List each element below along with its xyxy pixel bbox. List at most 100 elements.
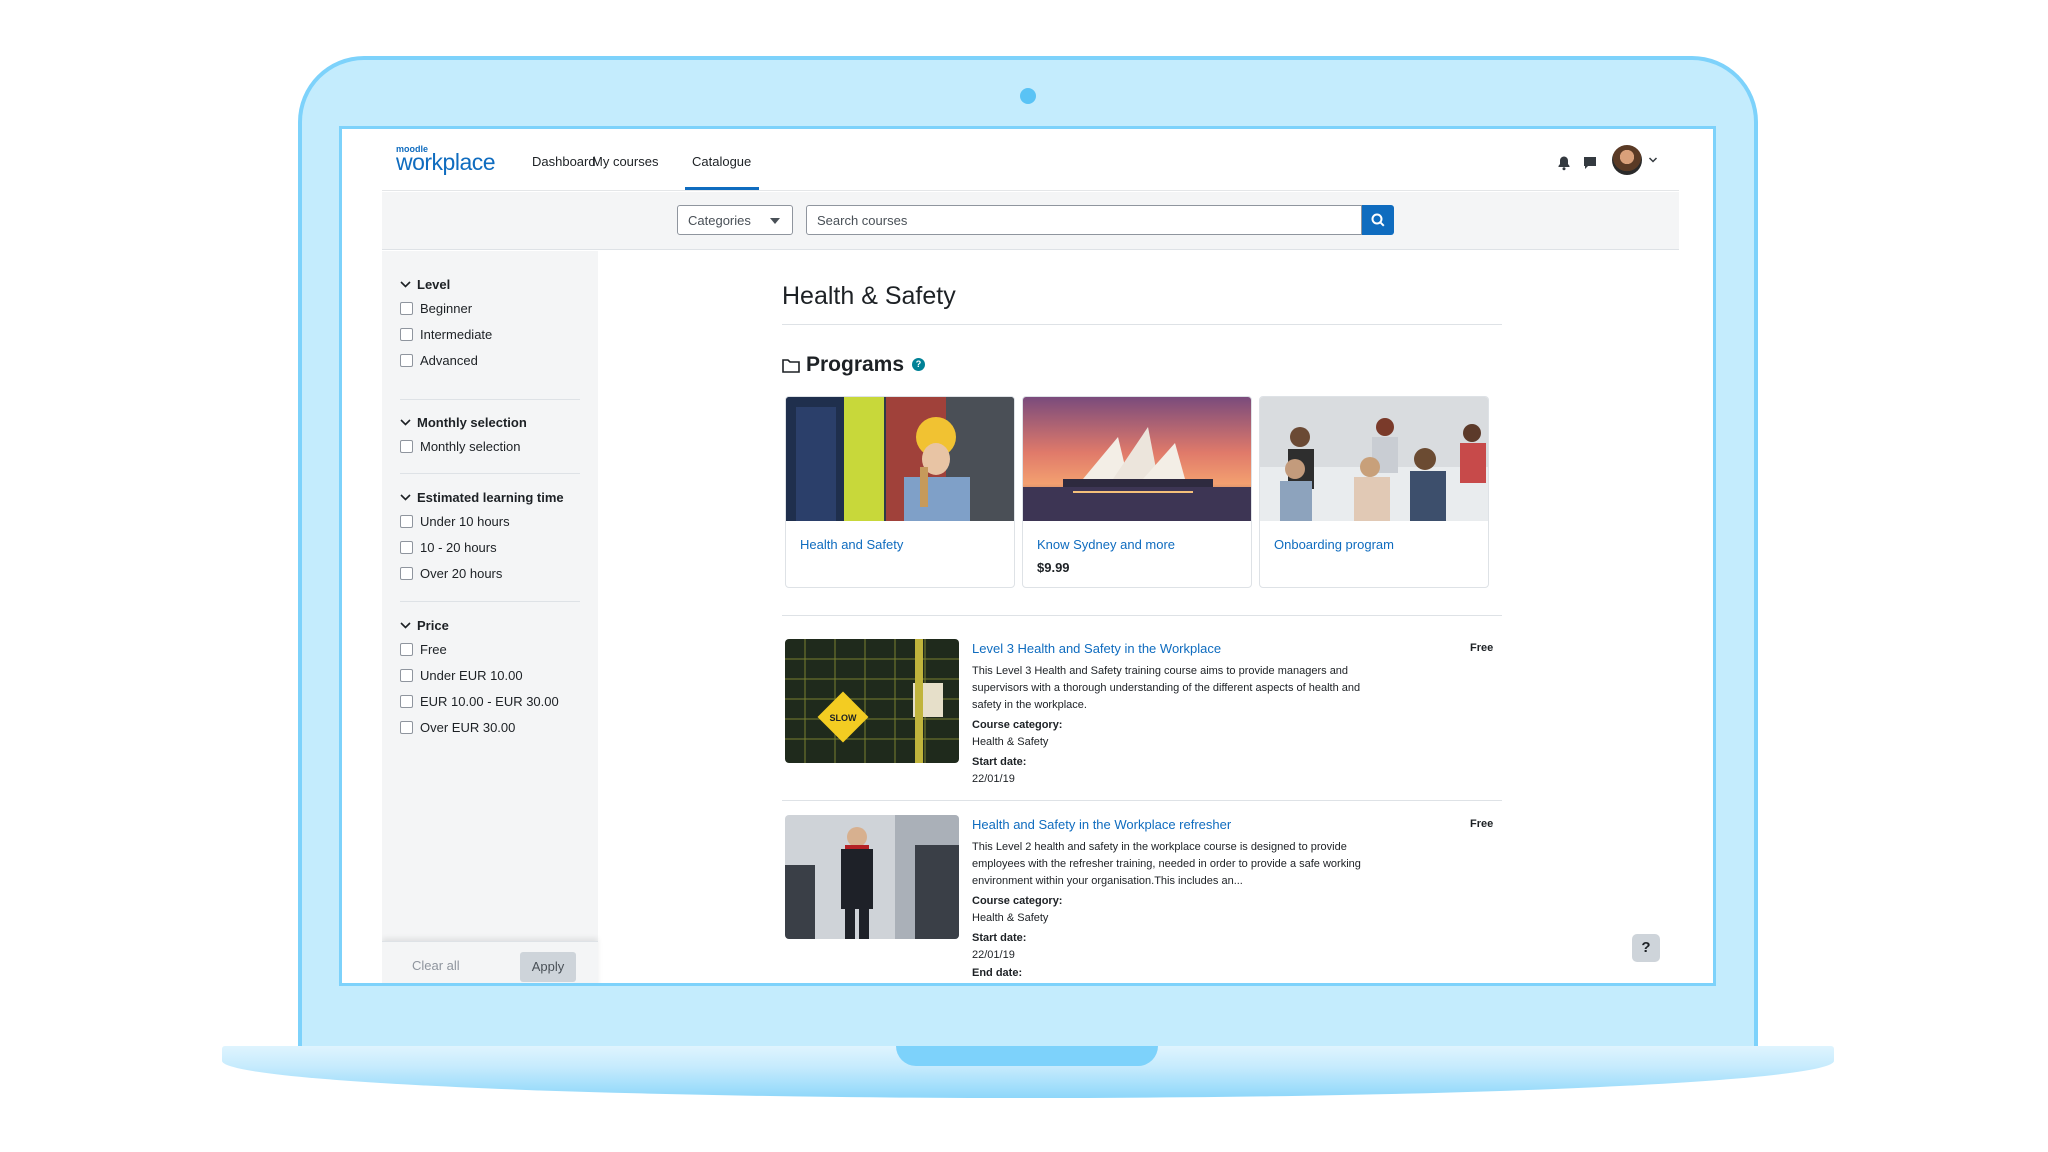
course-description: This Level 2 health and safety in the wo… — [972, 841, 1361, 887]
avatar[interactable] — [1612, 145, 1642, 175]
chevron-down-icon — [400, 494, 411, 501]
filter-option[interactable]: Intermediate — [400, 322, 580, 348]
course-start-label: Start date: — [972, 932, 1027, 944]
program-name[interactable]: Health and Safety — [800, 537, 903, 552]
checkbox[interactable] — [400, 440, 413, 453]
filter-group-price: Price Free Under EUR 10.00 EUR 10.00 - E… — [400, 615, 580, 741]
laptop-screen: moodle workplace Dashboard My courses Ca… — [339, 126, 1716, 986]
chevron-down-icon — [400, 281, 411, 288]
course-category-label: Course category: — [972, 895, 1063, 907]
filter-option[interactable]: Under 10 hours — [400, 509, 580, 535]
course-image-art — [785, 815, 959, 939]
search-icon — [1371, 213, 1385, 227]
checkbox[interactable] — [400, 669, 413, 682]
program-image — [1023, 397, 1251, 521]
page-title: Health & Safety — [782, 282, 956, 310]
checkbox[interactable] — [400, 643, 413, 656]
help-button[interactable]: ? — [1632, 934, 1660, 962]
messages-icon[interactable] — [1582, 155, 1598, 171]
course-start-label: Start date: — [972, 756, 1027, 768]
filter-divider — [400, 601, 580, 602]
program-card[interactable]: Know Sydney and more $9.99 — [1022, 396, 1252, 588]
program-name[interactable]: Know Sydney and more — [1037, 537, 1175, 552]
folder-icon — [782, 359, 800, 373]
apply-button[interactable]: Apply — [520, 952, 576, 982]
moodle-page: moodle workplace Dashboard My courses Ca… — [382, 129, 1679, 983]
caret-down-icon — [770, 218, 780, 224]
navbar: moodle workplace Dashboard My courses Ca… — [382, 129, 1679, 191]
course-description: This Level 3 Health and Safety training … — [972, 665, 1361, 711]
course-title[interactable]: Level 3 Health and Safety in the Workpla… — [972, 641, 1221, 656]
filter-heading-level[interactable]: Level — [400, 274, 580, 296]
course-start-date: 22/01/19 — [972, 773, 1015, 785]
course-price: Free — [1470, 818, 1494, 830]
program-image — [1260, 397, 1488, 521]
row-divider — [782, 800, 1502, 801]
course-image[interactable]: SLOW — [785, 639, 959, 763]
title-divider — [782, 324, 1502, 325]
checkbox[interactable] — [400, 354, 413, 367]
programs-heading: Programs? — [782, 353, 926, 377]
clear-all-button[interactable]: Clear all — [412, 958, 460, 973]
filter-footer: Clear all Apply — [382, 941, 598, 983]
filter-divider — [400, 473, 580, 474]
nav-dashboard[interactable]: Dashboard — [532, 154, 596, 169]
nav-catalogue[interactable]: Catalogue — [692, 154, 751, 169]
filter-group-learning-time: Estimated learning time Under 10 hours 1… — [400, 487, 580, 587]
categories-select[interactable]: Categories — [677, 205, 793, 235]
search-bar: Categories — [382, 192, 1679, 250]
chevron-down-icon — [400, 419, 411, 426]
help-icon[interactable]: ? — [912, 358, 926, 371]
slow-sign-text: SLOW — [830, 713, 858, 723]
chevron-down-icon[interactable] — [1648, 155, 1658, 165]
checkbox[interactable] — [400, 567, 413, 580]
course-image-art: SLOW — [785, 639, 959, 763]
laptop-notch — [896, 1046, 1158, 1066]
program-name[interactable]: Onboarding program — [1274, 537, 1394, 552]
main-content: Health & Safety Programs? Health and Saf… — [782, 251, 1502, 983]
filter-option[interactable]: Over 20 hours — [400, 561, 580, 587]
filter-option[interactable]: EUR 10.00 - EUR 30.00 — [400, 689, 580, 715]
filter-option[interactable]: Over EUR 30.00 — [400, 715, 580, 741]
categories-select-label: Categories — [688, 213, 751, 228]
course-title[interactable]: Health and Safety in the Workplace refre… — [972, 817, 1231, 832]
filter-option[interactable]: Free — [400, 637, 580, 663]
search-button[interactable] — [1362, 205, 1394, 235]
course-category: Health & Safety — [972, 736, 1049, 748]
filter-heading-price[interactable]: Price — [400, 615, 580, 637]
course-category-label: Course category: — [972, 719, 1063, 731]
laptop-camera — [1020, 88, 1036, 104]
checkbox[interactable] — [400, 515, 413, 528]
bell-icon[interactable] — [1556, 155, 1572, 171]
checkbox[interactable] — [400, 328, 413, 341]
program-card[interactable]: Health and Safety — [785, 396, 1015, 588]
nav-active-indicator — [685, 187, 759, 190]
filter-heading-monthly[interactable]: Monthly selection — [400, 412, 580, 434]
filter-divider — [400, 399, 580, 400]
list-divider — [782, 615, 1502, 616]
checkbox[interactable] — [400, 302, 413, 315]
filter-option[interactable]: Under EUR 10.00 — [400, 663, 580, 689]
logo-workplace-text: workplace — [396, 149, 496, 175]
filter-sidebar: Level Beginner Intermediate Advanced Mon… — [382, 251, 598, 983]
program-image — [786, 397, 1014, 521]
filter-option[interactable]: Beginner — [400, 296, 580, 322]
course-end-label: End date: — [972, 967, 1023, 979]
filter-heading-learning-time[interactable]: Estimated learning time — [400, 487, 580, 509]
chevron-down-icon — [400, 622, 411, 629]
checkbox[interactable] — [400, 541, 413, 554]
nav-my-courses[interactable]: My courses — [592, 154, 658, 169]
filter-group-monthly: Monthly selection Monthly selection — [400, 412, 580, 460]
course-category: Health & Safety — [972, 912, 1049, 924]
course-price: Free — [1470, 642, 1494, 654]
checkbox[interactable] — [400, 721, 413, 734]
course-image[interactable] — [785, 815, 959, 939]
search-input[interactable] — [806, 205, 1362, 235]
filter-option[interactable]: Monthly selection — [400, 434, 580, 460]
program-price: $9.99 — [1037, 560, 1070, 575]
filter-group-level: Level Beginner Intermediate Advanced — [400, 274, 580, 374]
program-card[interactable]: Onboarding program — [1259, 396, 1489, 588]
filter-option[interactable]: 10 - 20 hours — [400, 535, 580, 561]
filter-option[interactable]: Advanced — [400, 348, 580, 374]
checkbox[interactable] — [400, 695, 413, 708]
